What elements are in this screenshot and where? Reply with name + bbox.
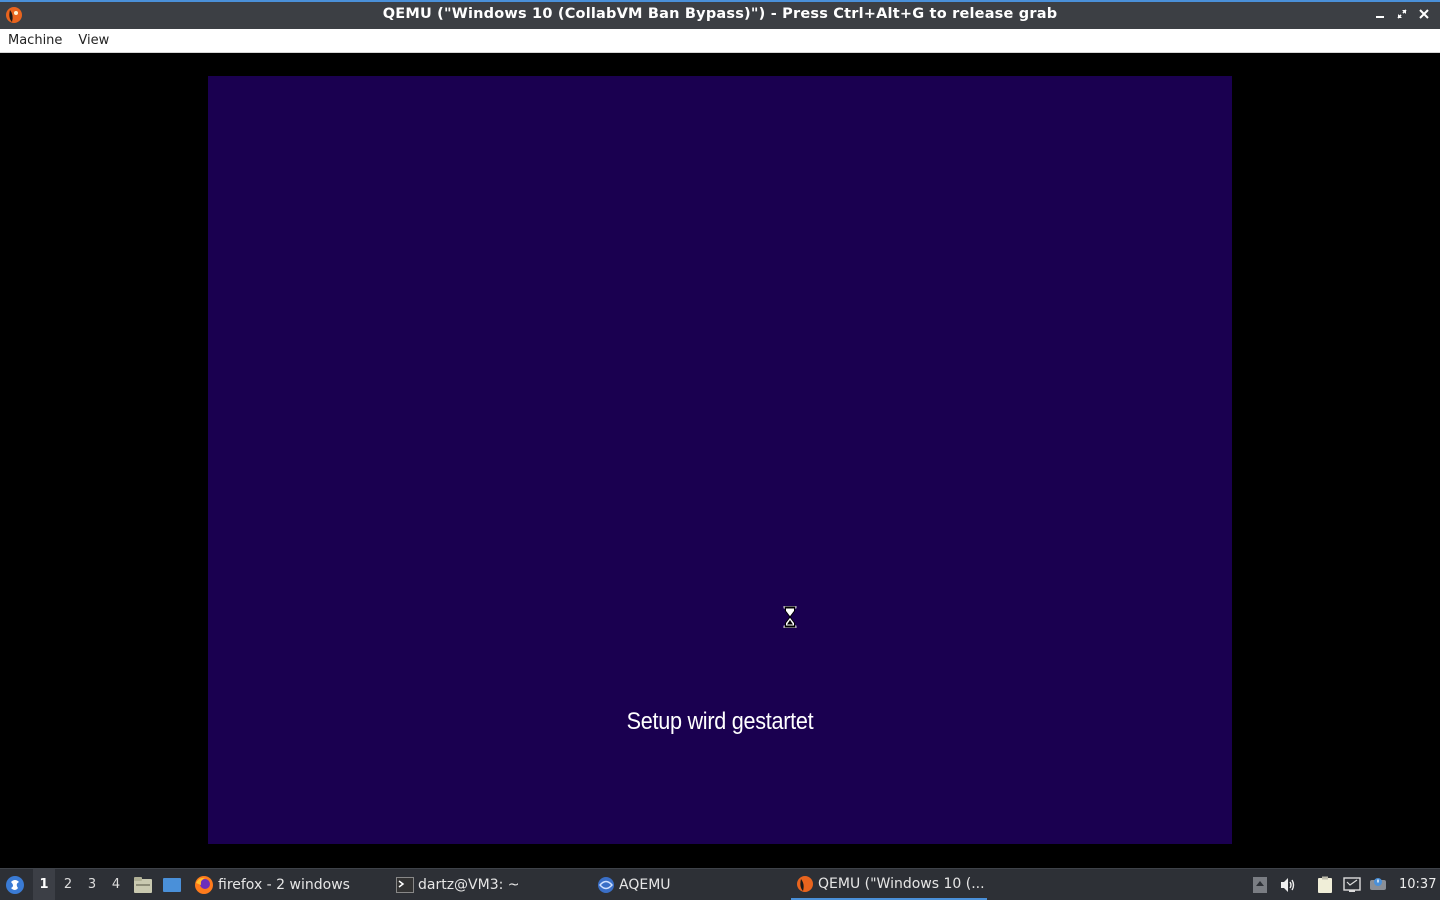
- task-label: dartz@VM3: ~: [418, 876, 520, 893]
- task-label: QEMU ("Windows 10 (...: [818, 875, 985, 892]
- start-menu-button[interactable]: [5, 869, 27, 900]
- desktop-3-button[interactable]: 3: [81, 869, 103, 900]
- start-menu-icon: [6, 875, 24, 894]
- qemu-icon: [797, 875, 813, 892]
- aqemu-icon: [598, 876, 614, 893]
- close-button[interactable]: [1416, 5, 1432, 23]
- tray-volume[interactable]: [1278, 869, 1298, 900]
- tray-messages[interactable]: [1368, 869, 1388, 900]
- tray-clipboard[interactable]: [1315, 869, 1335, 900]
- window-title: QEMU ("Windows 10 (CollabVM Ban Bypass)"…: [382, 6, 1058, 22]
- taskbar-clock[interactable]: 10:37: [1399, 869, 1436, 900]
- file-manager-launcher[interactable]: [133, 869, 155, 900]
- maximize-icon: [1397, 9, 1407, 19]
- tray-notifications[interactable]: [1250, 869, 1270, 900]
- terminal-icon: [396, 876, 414, 893]
- taskbar: 1 2 3 4 firefox - 2 windows dartz@VM3: ~: [0, 868, 1440, 900]
- setup-status-text: Setup wird gestartet: [626, 708, 814, 735]
- network-icon: [1343, 876, 1361, 892]
- window-titlebar: QEMU ("Windows 10 (CollabVM Ban Bypass)"…: [0, 0, 1440, 29]
- desktop-4-button[interactable]: 4: [105, 869, 127, 900]
- tray-network[interactable]: [1342, 869, 1362, 900]
- notification-area-icon: [1253, 876, 1267, 893]
- minimize-button[interactable]: [1372, 5, 1388, 23]
- folder-icon: [134, 876, 152, 893]
- task-qemu[interactable]: QEMU ("Windows 10 (...: [791, 869, 987, 900]
- maximize-button[interactable]: [1394, 5, 1410, 23]
- task-aqemu[interactable]: AQEMU: [597, 869, 671, 900]
- minimize-icon: [1376, 16, 1384, 18]
- hourglass-cursor-icon: [783, 606, 797, 628]
- desktop-icon: [163, 877, 181, 892]
- menubar: Machine View: [0, 29, 1440, 53]
- show-desktop-launcher[interactable]: [162, 869, 184, 900]
- clipboard-icon: [1318, 876, 1332, 893]
- close-icon: [1419, 9, 1429, 19]
- firefox-icon: [195, 875, 213, 894]
- task-firefox[interactable]: firefox - 2 windows: [194, 869, 350, 900]
- task-label: firefox - 2 windows: [218, 876, 350, 893]
- volume-icon: [1281, 877, 1295, 892]
- task-label: AQEMU: [619, 876, 671, 893]
- menu-machine[interactable]: Machine: [0, 33, 70, 48]
- desktop-2-button[interactable]: 2: [57, 869, 79, 900]
- task-terminal[interactable]: dartz@VM3: ~: [396, 869, 520, 900]
- chat-icon: [1370, 877, 1386, 890]
- desktop-1-button[interactable]: 1: [33, 869, 55, 900]
- menu-view[interactable]: View: [70, 33, 117, 48]
- guest-screen[interactable]: Setup wird gestartet: [208, 76, 1232, 844]
